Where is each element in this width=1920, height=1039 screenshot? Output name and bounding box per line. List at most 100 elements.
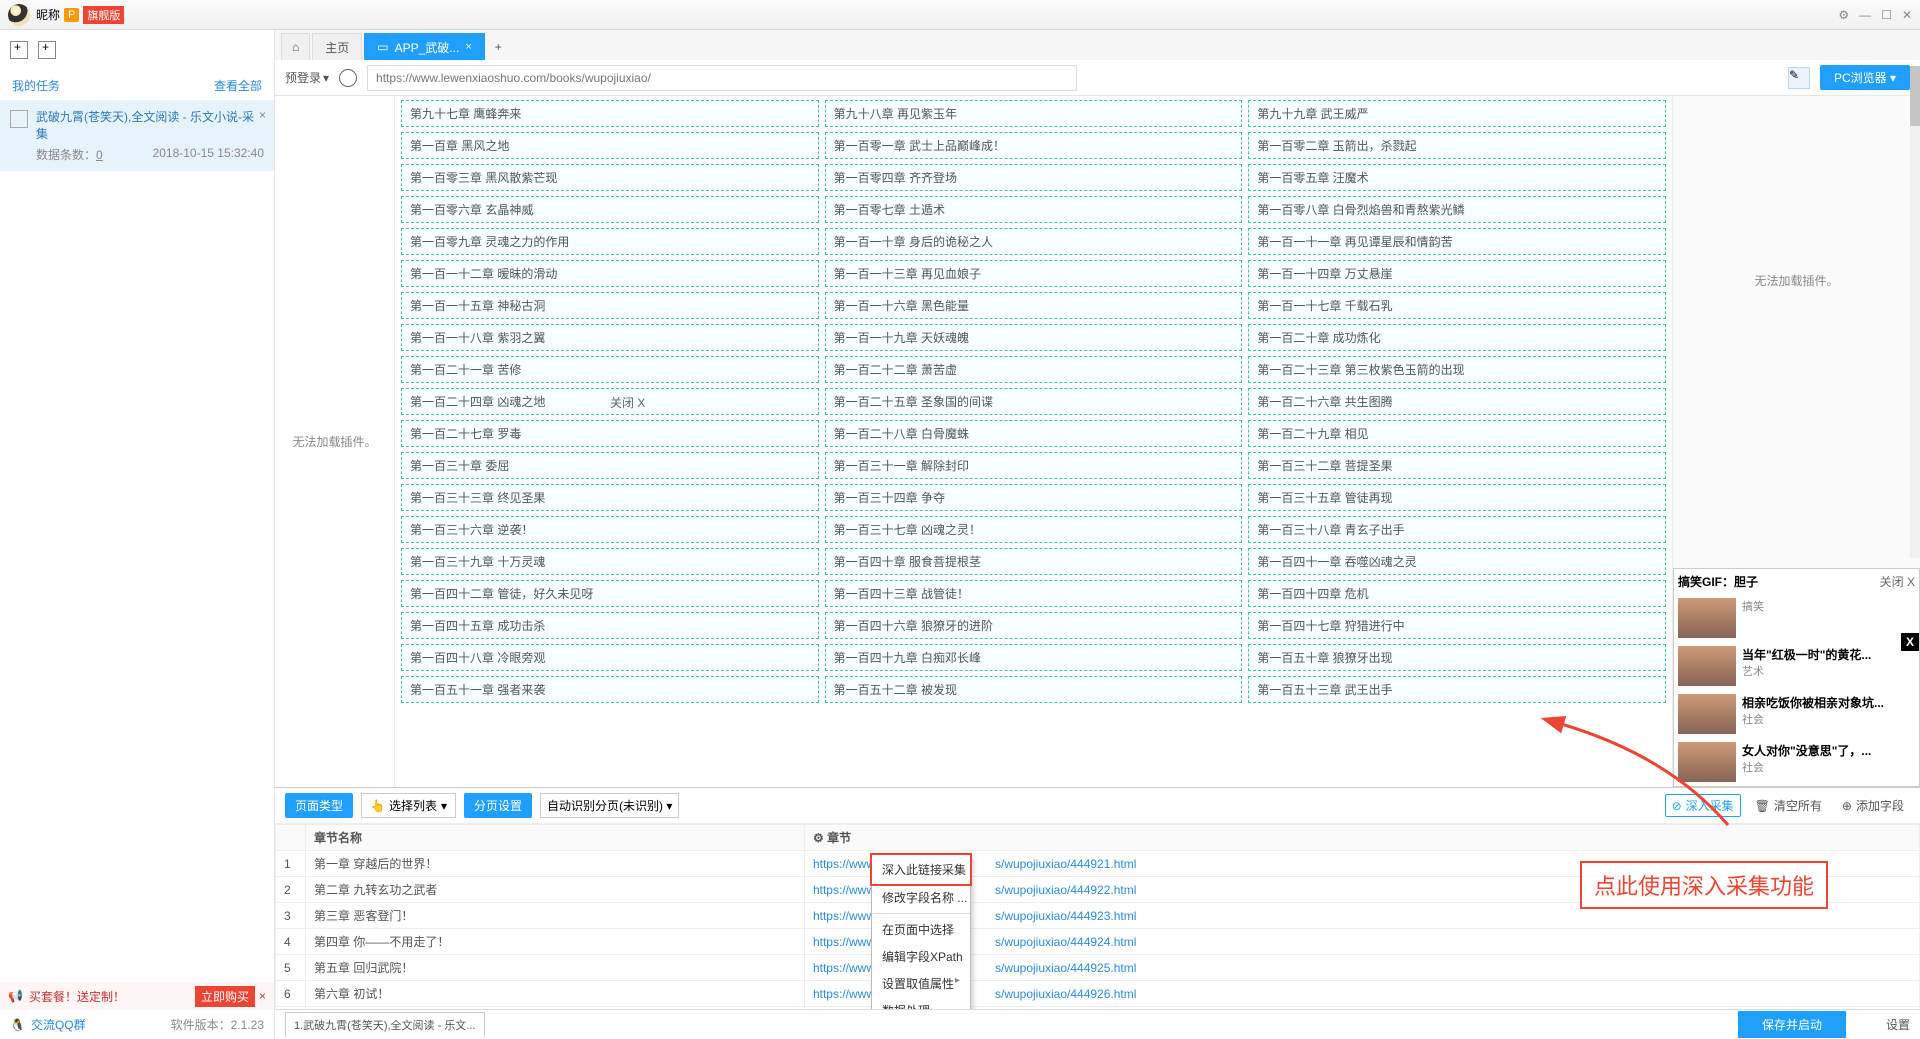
page-scrollbar[interactable]: [1910, 66, 1920, 558]
news-item[interactable]: 当年"红极一时"的黄花...艺术: [1674, 642, 1919, 690]
gear-icon[interactable]: ⚙: [1838, 8, 1849, 22]
col-chapter-name[interactable]: 章节名称: [306, 825, 805, 851]
chapter-link[interactable]: 第一百一十四章 万丈悬崖: [1248, 260, 1666, 287]
chapter-link[interactable]: 第一百二十五章 圣象国的间谍: [825, 388, 1243, 415]
chapter-link[interactable]: 第一百二十九章 相见: [1248, 420, 1666, 447]
chapter-link[interactable]: 第一百三十六章 逆袭！: [401, 516, 819, 543]
chapter-link[interactable]: 第一百一十七章 千载石乳: [1248, 292, 1666, 319]
pre-login-button[interactable]: 预登录 ▾: [285, 69, 329, 86]
col-chapter-link[interactable]: ⚙ 章节: [804, 825, 1919, 851]
chapter-link[interactable]: 第一百二十七章 罗毒: [401, 420, 819, 447]
news-close-icon[interactable]: 关闭 X: [1880, 573, 1915, 590]
chapter-link[interactable]: 第一百章 黑风之地: [401, 132, 819, 159]
chapter-link[interactable]: 第一百三十一章 解除封印: [825, 452, 1243, 479]
chapter-link[interactable]: 第九十八章 再见紫玉年: [825, 100, 1243, 127]
chapter-link[interactable]: 第一百三十四章 争夺: [825, 484, 1243, 511]
pc-browser-button[interactable]: PC浏览器 ▾: [1820, 65, 1910, 90]
chapter-link[interactable]: 第一百零五章 汪魔术: [1248, 164, 1666, 191]
url-input[interactable]: https://www.lewenxiaoshuo.com/books/wupo…: [367, 65, 1076, 91]
deep-collect-button[interactable]: ⊘ 深入采集: [1665, 794, 1741, 817]
chapter-link[interactable]: 第一百二十章 成功炼化: [1248, 324, 1666, 351]
save-start-button[interactable]: 保存并启动: [1738, 1011, 1846, 1038]
chapter-link[interactable]: 第九十七章 鹰蜂奔来: [401, 100, 819, 127]
chapter-link[interactable]: 第一百一十八章 紫羽之翼: [401, 324, 819, 351]
ctx-setval[interactable]: 设置取值属性▸: [872, 970, 970, 997]
page-type-button[interactable]: 页面类型: [285, 793, 353, 818]
chapter-link[interactable]: 第一百二十一章 苦修: [401, 356, 819, 383]
ctx-deep-collect[interactable]: 深入此链接采集: [870, 853, 972, 886]
chapter-link[interactable]: 第一百四十三章 战管徒！: [825, 580, 1243, 607]
buy-button[interactable]: 立即购买: [195, 986, 255, 1007]
chapter-link[interactable]: 第一百五十章 狼獠牙出现: [1248, 644, 1666, 671]
chapter-link[interactable]: 第一百三十三章 终见圣果: [401, 484, 819, 511]
table-row[interactable]: 7第七章 丹药https://wwwxxxxxxxxxxxxxxxxxxxxs/…: [276, 1007, 1920, 1010]
task-item[interactable]: 武破九霄(苍笑天),全文阅读 - 乐文小说-采集 数据条数：0 2018-10-…: [0, 100, 274, 171]
chapter-link[interactable]: 第一百二十三章 第三枚紫色玉箭的出现: [1248, 356, 1666, 383]
promo-close-icon[interactable]: ×: [259, 989, 266, 1003]
ctx-rename[interactable]: 修改字段名称 ...: [872, 884, 970, 911]
minimize-icon[interactable]: —: [1859, 8, 1871, 22]
settings-button[interactable]: 设置: [1886, 1016, 1910, 1033]
chapter-grid[interactable]: 第九十七章 鹰蜂奔来第九十八章 再见紫玉年第九十九章 武王威严第一百章 黑风之地…: [395, 96, 1672, 787]
chapter-link[interactable]: 第一百零九章 灵魂之力的作用: [401, 228, 819, 255]
chapter-link[interactable]: 第一百四十二章 管徒，好久未见呀: [401, 580, 819, 607]
chapter-link[interactable]: 第一百四十八章 冷眼旁观: [401, 644, 819, 671]
edit-icon[interactable]: ✎: [1788, 67, 1810, 89]
clear-all-button[interactable]: 🗑 清空所有: [1749, 795, 1828, 816]
chapter-link[interactable]: 第一百五十一章 强者来袭: [401, 676, 819, 703]
close-link-left[interactable]: 关闭 X: [610, 394, 645, 411]
chapter-link[interactable]: 第一百一十三章 再见血娘子: [825, 260, 1243, 287]
chapter-link[interactable]: 第一百三十五章 管徒再现: [1248, 484, 1666, 511]
tab-app[interactable]: ▭ APP_武破... ×: [364, 33, 484, 60]
reload-icon[interactable]: [339, 69, 357, 87]
view-all-link[interactable]: 查看全部: [214, 77, 262, 94]
chapter-link[interactable]: 第一百零一章 武士上品巅峰成！: [825, 132, 1243, 159]
new-folder-icon[interactable]: +: [38, 41, 56, 59]
chapter-link[interactable]: 第一百一十五章 神秘古洞: [401, 292, 819, 319]
chapter-link[interactable]: 第一百一十九章 天妖魂魄: [825, 324, 1243, 351]
chapter-link[interactable]: 第一百一十章 身后的诡秘之人: [825, 228, 1243, 255]
chapter-link[interactable]: 第一百零二章 玉箭出，杀戮起: [1248, 132, 1666, 159]
chapter-link[interactable]: 第一百四十九章 白痴邓长峰: [825, 644, 1243, 671]
tab-home[interactable]: 主页: [312, 33, 362, 60]
chapter-link[interactable]: 第一百三十章 委屈: [401, 452, 819, 479]
add-field-button[interactable]: ⊕ 添加字段: [1836, 795, 1910, 816]
add-tab-button[interactable]: +: [487, 33, 510, 60]
qq-link[interactable]: 交流QQ群: [31, 1016, 86, 1033]
news-item[interactable]: 相亲吃饭你被相亲对象坑...社会: [1674, 690, 1919, 738]
chapter-link[interactable]: 第一百五十三章 武王出手: [1248, 676, 1666, 703]
chapter-link[interactable]: 第一百二十二章 萧苦虚: [825, 356, 1243, 383]
chapter-link[interactable]: 第一百四十七章 狩猎进行中: [1248, 612, 1666, 639]
ctx-find-in-page[interactable]: 在页面中选择: [872, 916, 970, 943]
table-row[interactable]: 4第四章 你——不用走了！https://wwwxxxxxxxxxxxxxxxx…: [276, 929, 1920, 955]
chapter-link[interactable]: 第一百一十二章 暧昧的滑动: [401, 260, 819, 287]
tab-close-icon[interactable]: ×: [465, 41, 471, 53]
news-item[interactable]: 搞笑: [1674, 594, 1919, 642]
avatar[interactable]: [8, 4, 30, 26]
chapter-link[interactable]: 第一百一十六章 黑色能量: [825, 292, 1243, 319]
chapter-link[interactable]: 第一百零四章 齐齐登场: [825, 164, 1243, 191]
chapter-link[interactable]: 第九十九章 武王威严: [1248, 100, 1666, 127]
chapter-link[interactable]: 第一百零八章 白骨烈焰兽和青熬紫光鳞: [1248, 196, 1666, 223]
chapter-link[interactable]: 第一百三十八章 青玄子出手: [1248, 516, 1666, 543]
chapter-link[interactable]: 第一百二十六章 共生图腾: [1248, 388, 1666, 415]
news-item[interactable]: 女人对你"没意思"了，...社会: [1674, 738, 1919, 786]
chapter-link[interactable]: 第一百四十五章 成功击杀: [401, 612, 819, 639]
paging-button[interactable]: 分页设置: [464, 793, 532, 818]
table-row[interactable]: 6第六章 初试！https://wwwxxxxxxxxxxxxxxxxxxxxs…: [276, 981, 1920, 1007]
auto-paging-select[interactable]: 自动识别分页(未识别) ▾: [540, 793, 679, 818]
footer-sheet-tab[interactable]: 1.武破九霄(苍笑天),全文阅读 - 乐文...: [285, 1012, 485, 1037]
new-task-icon[interactable]: +: [10, 41, 28, 59]
chapter-link[interactable]: 第一百四十章 服食菩提根茎: [825, 548, 1243, 575]
chapter-link[interactable]: 第一百零七章 土遁术: [825, 196, 1243, 223]
chapter-link[interactable]: 第一百四十六章 狼獠牙的进阶: [825, 612, 1243, 639]
maximize-icon[interactable]: ☐: [1881, 8, 1892, 22]
chapter-link[interactable]: 第一百零三章 黑风散紫芒现: [401, 164, 819, 191]
close-icon[interactable]: ✕: [1902, 8, 1912, 22]
task-close-icon[interactable]: ×: [259, 108, 266, 122]
ad-x-icon[interactable]: X: [1901, 633, 1919, 651]
chapter-link[interactable]: 第一百五十二章 被发现: [825, 676, 1243, 703]
my-tasks-link[interactable]: 我的任务: [12, 77, 60, 94]
table-row[interactable]: 5第五章 回归武院！https://wwwxxxxxxxxxxxxxxxxxxx…: [276, 955, 1920, 981]
select-list-button[interactable]: 👆 选择列表 ▾: [361, 793, 456, 818]
